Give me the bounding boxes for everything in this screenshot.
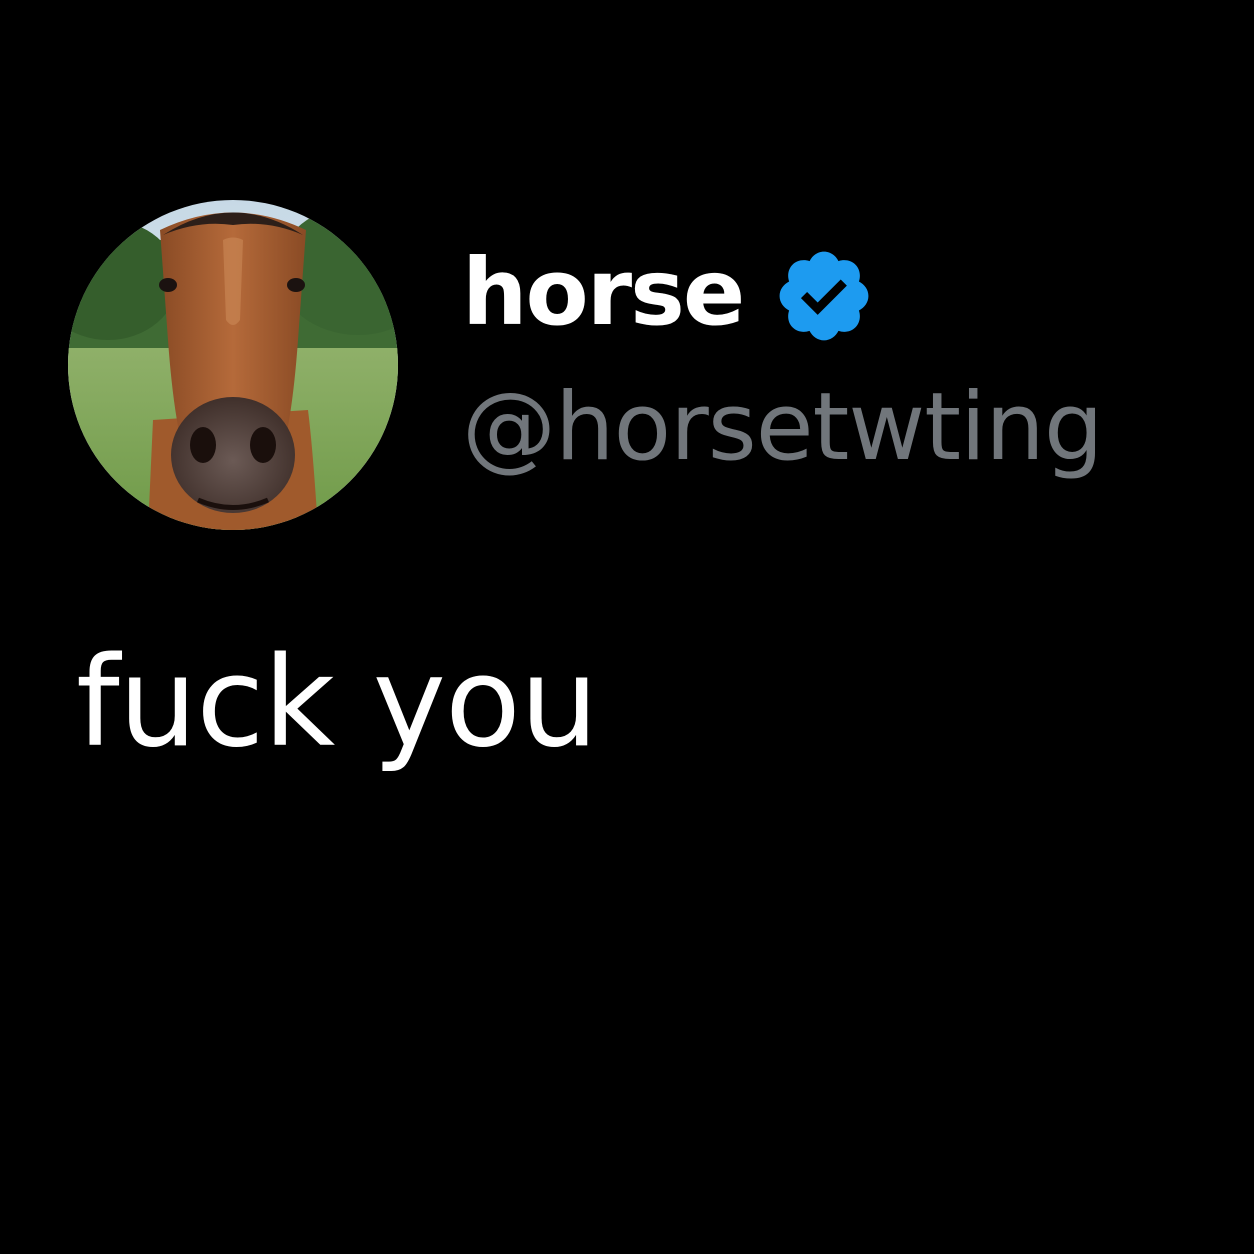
tweet-text: fuck you [76, 631, 598, 775]
verified-badge-icon [772, 244, 876, 348]
display-name[interactable]: horse [462, 238, 745, 348]
horse-avatar-image [68, 200, 398, 530]
avatar[interactable] [68, 200, 398, 530]
user-handle[interactable]: @horsetwting [462, 372, 1103, 484]
